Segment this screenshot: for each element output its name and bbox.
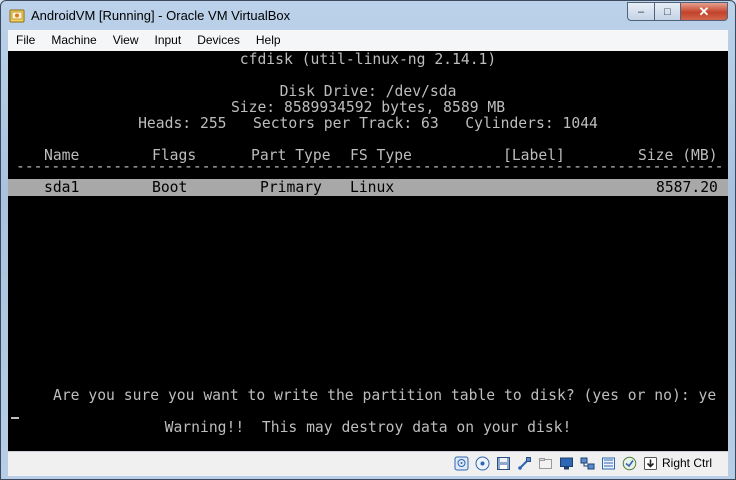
close-icon: ✕ <box>698 3 710 19</box>
minimize-icon: – <box>637 5 645 18</box>
keyboard-capture-icon[interactable] <box>643 456 658 471</box>
partition-row-selected[interactable]: sda1 Boot Primary Linux 8587.20 <box>8 179 728 196</box>
partition-size: 8587.20 <box>656 179 718 196</box>
disk-geometry-line: Heads: 255 Sectors per Track: 63 Cylinde… <box>138 115 598 132</box>
table-separator: ----------------------------------------… <box>16 159 722 175</box>
virtualbox-window: AndroidVM [Running] - Oracle VM VirtualB… <box>0 0 736 480</box>
close-button[interactable]: ✕ <box>680 2 728 21</box>
usb-icon[interactable] <box>517 456 532 471</box>
text-cursor <box>11 417 19 419</box>
window-title: AndroidVM [Running] - Oracle VM VirtualB… <box>31 8 291 23</box>
network-icon[interactable] <box>580 456 595 471</box>
vm-console-screen[interactable]: cfdisk (util-linux-ng 2.14.1) Disk Drive… <box>8 51 728 451</box>
host-key-label: Right Ctrl <box>662 456 713 470</box>
menu-input[interactable]: Input <box>147 30 190 51</box>
floppy-icon[interactable] <box>496 456 511 471</box>
minimize-button[interactable]: – <box>627 2 655 21</box>
optical-drive-icon[interactable] <box>475 456 490 471</box>
mouse-integration-icon[interactable] <box>622 456 637 471</box>
menu-devices[interactable]: Devices <box>189 30 248 51</box>
display-icon[interactable] <box>559 456 574 471</box>
menu-bar: File Machine View Input Devices Help <box>8 30 728 52</box>
maximize-icon: □ <box>664 5 671 18</box>
hard-disk-icon[interactable] <box>454 456 469 471</box>
title-bar[interactable]: AndroidVM [Running] - Oracle VM VirtualB… <box>1 1 735 31</box>
menu-help[interactable]: Help <box>248 30 289 51</box>
partition-flags: Boot <box>152 179 188 196</box>
shared-folder-icon[interactable] <box>538 456 553 471</box>
video-capture-icon[interactable] <box>601 456 616 471</box>
menu-view[interactable]: View <box>105 30 147 51</box>
virtualbox-app-icon <box>9 9 25 23</box>
menu-file[interactable]: File <box>8 30 43 51</box>
menu-machine[interactable]: Machine <box>43 30 104 51</box>
cfdisk-program-title: cfdisk (util-linux-ng 2.14.1) <box>239 51 497 68</box>
partition-name: sda1 <box>44 179 80 196</box>
partition-fs-type: Linux <box>350 179 395 196</box>
status-bar: Right Ctrl <box>8 451 728 476</box>
write-confirmation-prompt: Are you sure you want to write the parti… <box>53 387 717 404</box>
disk-size-line: Size: 8589934592 bytes, 8589 MB <box>230 99 506 116</box>
destroy-data-warning: Warning!! This may destroy data on your … <box>164 419 572 436</box>
maximize-button[interactable]: □ <box>654 2 681 21</box>
disk-drive-line: Disk Drive: /dev/sda <box>279 83 457 100</box>
partition-part-type: Primary <box>260 179 322 196</box>
